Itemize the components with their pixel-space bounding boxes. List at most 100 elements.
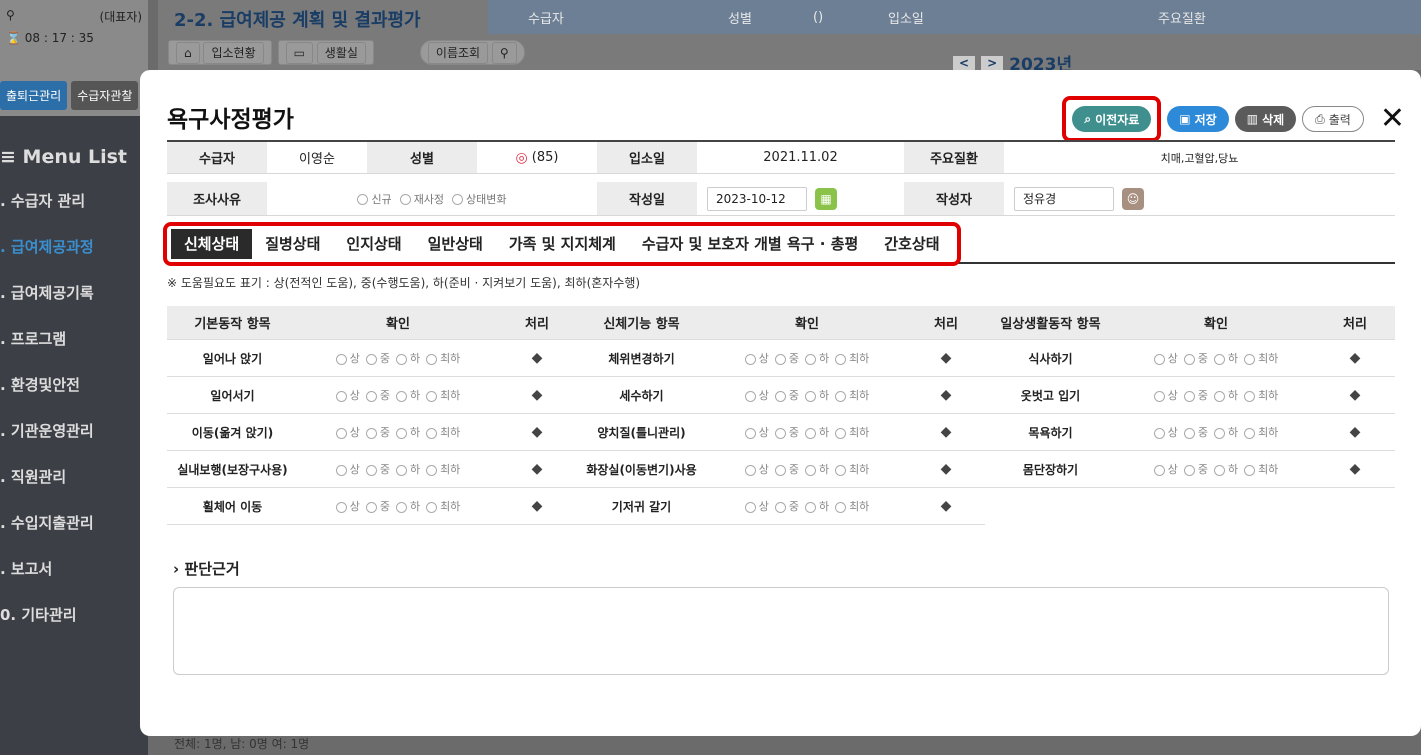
name-search-button[interactable]: 이름조회 ⚲ (419, 40, 525, 65)
level-radio[interactable]: 중 (774, 389, 799, 402)
eraser-icon[interactable]: ◆ (1316, 424, 1394, 440)
eraser-icon[interactable]: ◆ (907, 387, 985, 403)
level-radio[interactable]: 하 (804, 352, 829, 365)
delete-button[interactable]: ▥ 삭제 (1234, 106, 1297, 132)
level-radio-group[interactable]: 상 중 하 최하 (707, 350, 907, 366)
level-radio[interactable]: 최하 (1244, 352, 1278, 365)
tab-item[interactable]: 간호상태 (871, 229, 952, 259)
level-radio[interactable]: 최하 (835, 389, 869, 402)
recipient-observe-button[interactable]: 수급자관찰 (71, 81, 139, 110)
level-radio-group[interactable]: 상 중 하 최하 (1116, 387, 1316, 403)
print-button[interactable]: ⎙ 출력 (1302, 106, 1364, 132)
level-radio[interactable]: 중 (1183, 463, 1208, 476)
level-radio[interactable]: 중 (365, 463, 390, 476)
level-radio[interactable]: 하 (1213, 426, 1238, 439)
level-radio-group[interactable]: 상 중 하 최하 (707, 424, 907, 440)
level-radio-group[interactable]: 상 중 하 최하 (707, 461, 907, 477)
reason-change-radio[interactable]: 상태변화 (452, 191, 507, 207)
level-radio[interactable]: 하 (1213, 463, 1238, 476)
level-radio[interactable]: 중 (1183, 426, 1208, 439)
sidebar-menu-item[interactable]: . 환경및안전 (0, 362, 148, 408)
level-radio[interactable]: 하 (804, 389, 829, 402)
level-radio-group[interactable]: 상 중 하 최하 (298, 424, 498, 440)
level-radio-group[interactable]: 상 중 하 최하 (1116, 461, 1316, 477)
level-radio[interactable]: 최하 (426, 500, 460, 513)
level-radio[interactable]: 최하 (1244, 463, 1278, 476)
level-radio-group[interactable]: 상 중 하 최하 (298, 387, 498, 403)
level-radio[interactable]: 상 (1153, 463, 1178, 476)
level-radio[interactable]: 상 (335, 426, 360, 439)
eraser-icon[interactable]: ◆ (1316, 461, 1394, 477)
level-radio-group[interactable]: 상 중 하 최하 (707, 498, 907, 514)
level-radio[interactable]: 최하 (426, 352, 460, 365)
level-radio[interactable]: 하 (804, 500, 829, 513)
reason-reassess-radio[interactable]: 재사정 (399, 191, 444, 207)
sidebar-menu-item[interactable]: . 수급자 관리 (0, 178, 148, 224)
sidebar-menu-item[interactable]: . 수입지출관리 (0, 500, 148, 546)
user-select-icon[interactable]: ☺ (1122, 187, 1144, 210)
level-radio[interactable]: 상 (744, 463, 769, 476)
tab-item[interactable]: 가족 및 지지체계 (496, 229, 629, 259)
tab-item[interactable]: 신체상태 (171, 229, 253, 259)
level-radio[interactable]: 상 (335, 463, 360, 476)
level-radio[interactable]: 하 (395, 500, 420, 513)
level-radio[interactable]: 중 (365, 352, 390, 365)
eraser-icon[interactable]: ◆ (1316, 387, 1394, 403)
eraser-icon[interactable]: ◆ (907, 350, 985, 366)
eraser-icon[interactable]: ◆ (498, 387, 576, 403)
level-radio-group[interactable]: 상 중 하 최하 (298, 461, 498, 477)
level-radio[interactable]: 최하 (835, 463, 869, 476)
eraser-icon[interactable]: ◆ (907, 461, 985, 477)
next-year-button[interactable]: > (981, 55, 1004, 70)
level-radio[interactable]: 최하 (835, 426, 869, 439)
eraser-icon[interactable]: ◆ (1316, 350, 1394, 366)
level-radio[interactable]: 중 (365, 389, 390, 402)
level-radio[interactable]: 상 (335, 352, 360, 365)
level-radio[interactable]: 중 (365, 500, 390, 513)
level-radio[interactable]: 하 (395, 463, 420, 476)
calendar-icon[interactable]: ▦ (815, 187, 837, 210)
save-button[interactable]: ▣ 저장 (1167, 106, 1229, 132)
level-radio-group[interactable]: 상 중 하 최하 (298, 350, 498, 366)
level-radio[interactable]: 상 (744, 352, 769, 365)
level-radio[interactable]: 최하 (835, 500, 869, 513)
level-radio[interactable]: 최하 (426, 389, 460, 402)
level-radio[interactable]: 중 (774, 426, 799, 439)
level-radio[interactable]: 중 (774, 352, 799, 365)
eraser-icon[interactable]: ◆ (498, 424, 576, 440)
level-radio[interactable]: 중 (774, 500, 799, 513)
eraser-icon[interactable]: ◆ (498, 350, 576, 366)
level-radio[interactable]: 하 (804, 463, 829, 476)
level-radio[interactable]: 최하 (835, 352, 869, 365)
level-radio[interactable]: 중 (365, 426, 390, 439)
level-radio[interactable]: 중 (774, 463, 799, 476)
sidebar-menu-item[interactable]: . 직원관리 (0, 454, 148, 500)
level-radio[interactable]: 상 (1153, 426, 1178, 439)
level-radio[interactable]: 최하 (1244, 389, 1278, 402)
tab-item[interactable]: 수급자 및 보호자 개별 욕구 · 총평 (629, 229, 871, 259)
sidebar-menu-item[interactable]: . 기관운영관리 (0, 408, 148, 454)
room-button[interactable]: ▭ 생활실 (277, 40, 374, 65)
eraser-icon[interactable]: ◆ (907, 424, 985, 440)
prev-year-button[interactable]: < (953, 55, 976, 70)
level-radio[interactable]: 중 (1183, 389, 1208, 402)
level-radio[interactable]: 하 (395, 352, 420, 365)
written-date-input[interactable]: 2023-10-12 (707, 186, 807, 211)
eraser-icon[interactable]: ◆ (907, 498, 985, 514)
level-radio[interactable]: 상 (1153, 389, 1178, 402)
close-icon[interactable]: ✕ (1380, 104, 1405, 134)
level-radio-group[interactable]: 상 중 하 최하 (1116, 424, 1316, 440)
level-radio[interactable]: 하 (395, 426, 420, 439)
level-radio[interactable]: 상 (744, 426, 769, 439)
level-radio[interactable]: 최하 (1244, 426, 1278, 439)
level-radio-group[interactable]: 상 중 하 최하 (707, 387, 907, 403)
sidebar-menu-item[interactable]: 0. 기타관리 (0, 592, 148, 638)
level-radio[interactable]: 상 (744, 500, 769, 513)
sidebar-menu-item[interactable]: . 급여제공기록 (0, 270, 148, 316)
attendance-button[interactable]: 출퇴근관리 (0, 81, 68, 110)
level-radio[interactable]: 상 (1153, 352, 1178, 365)
eraser-icon[interactable]: ◆ (498, 461, 576, 477)
level-radio[interactable]: 중 (1183, 352, 1208, 365)
level-radio[interactable]: 하 (1213, 389, 1238, 402)
tab-item[interactable]: 인지상태 (333, 229, 414, 259)
